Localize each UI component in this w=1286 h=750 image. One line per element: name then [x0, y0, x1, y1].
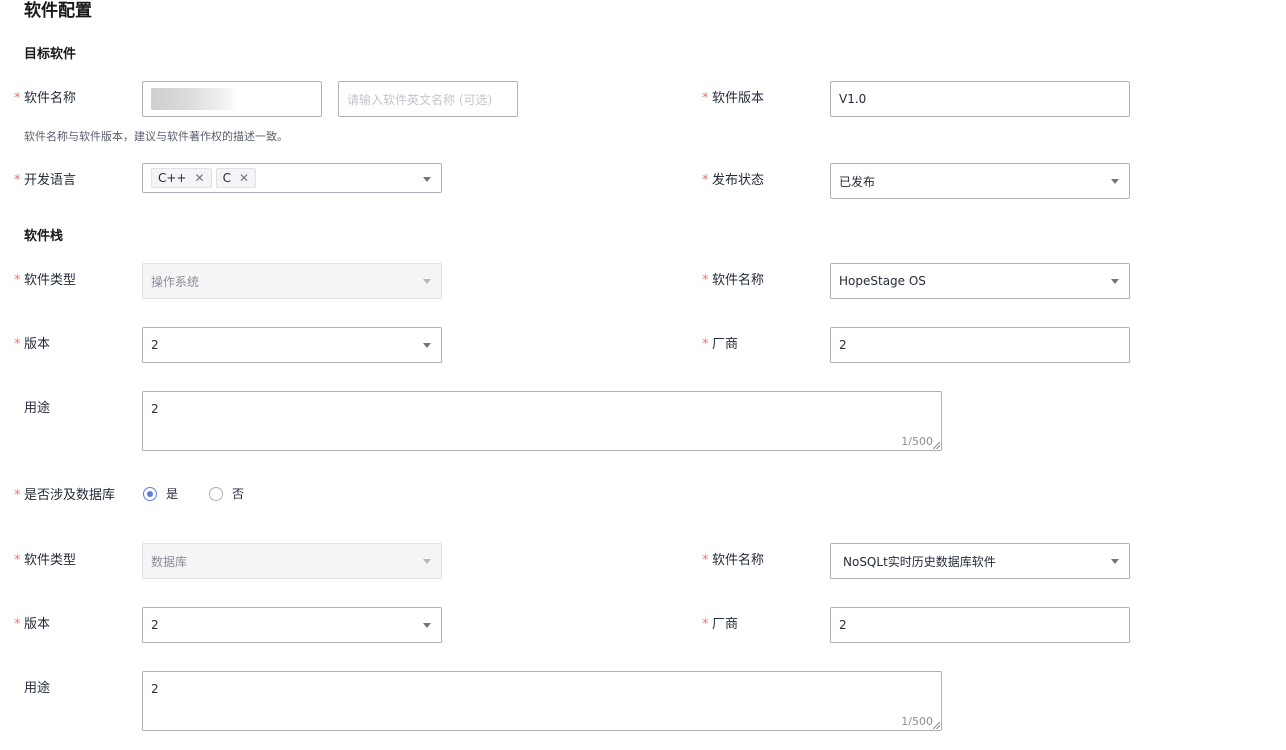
- software-english-name-input[interactable]: 请输入软件英文名称 (可选): [338, 81, 518, 117]
- os-name-label: 软件名称: [712, 273, 765, 288]
- os-version-value: 2: [151, 338, 159, 352]
- os-type-value: 操作系统: [151, 274, 200, 289]
- language-tag: C ✕: [215, 168, 257, 188]
- page-title: 软件配置: [24, 1, 92, 21]
- required-mark: *: [14, 273, 21, 288]
- db-usage-label: 用途: [24, 681, 51, 696]
- resize-handle-icon[interactable]: [933, 442, 940, 449]
- db-vendor-input[interactable]: 2: [830, 607, 1130, 643]
- os-type-label: 软件类型: [24, 273, 77, 288]
- section-title-software-stack: 软件栈: [24, 229, 64, 244]
- os-version-select[interactable]: 2: [142, 327, 442, 363]
- os-name-select[interactable]: HopeStage OS: [830, 263, 1130, 299]
- required-mark: *: [702, 617, 709, 632]
- required-mark: *: [702, 553, 709, 568]
- language-tag: C++ ✕: [151, 168, 212, 188]
- os-vendor-label: 厂商: [712, 337, 739, 352]
- os-usage-value: 2: [151, 402, 159, 416]
- language-tag-label: C: [222, 171, 231, 185]
- software-version-label: 软件版本: [712, 91, 765, 106]
- name-version-hint: 软件名称与软件版本，建议与软件著作权的描述一致。: [24, 130, 288, 143]
- redacted-value: [151, 88, 237, 110]
- required-mark: *: [14, 173, 21, 188]
- language-tag-label: C++: [158, 171, 187, 185]
- section-title-target-software: 目标软件: [24, 47, 77, 62]
- db-version-select[interactable]: 2: [142, 607, 442, 643]
- software-version-input[interactable]: V1.0: [830, 81, 1130, 117]
- close-icon[interactable]: ✕: [195, 172, 205, 184]
- database-no-label[interactable]: 否: [232, 485, 244, 503]
- software-name-label: 软件名称: [24, 91, 77, 106]
- required-mark: *: [702, 173, 709, 188]
- dev-language-multiselect[interactable]: C++ ✕ C ✕: [142, 163, 442, 193]
- software-version-value: V1.0: [839, 92, 867, 106]
- required-mark: *: [702, 273, 709, 288]
- close-icon[interactable]: ✕: [239, 172, 249, 184]
- dev-language-label: 开发语言: [24, 173, 77, 188]
- os-usage-counter: 1/500: [901, 435, 933, 448]
- chevron-down-icon[interactable]: [423, 177, 431, 182]
- chevron-down-icon[interactable]: [1111, 179, 1119, 184]
- db-type-select: 数据库: [142, 543, 442, 579]
- db-name-select[interactable]: NoSQLt实时历史数据库软件: [830, 543, 1130, 579]
- required-mark: *: [702, 91, 709, 106]
- database-no-radio[interactable]: [209, 487, 223, 501]
- db-name-label: 软件名称: [712, 553, 765, 568]
- required-mark: *: [14, 488, 21, 503]
- db-type-label: 软件类型: [24, 553, 77, 568]
- os-vendor-value: 2: [839, 338, 847, 352]
- database-yes-label[interactable]: 是: [166, 485, 178, 503]
- release-status-label: 发布状态: [712, 173, 765, 188]
- chevron-down-icon[interactable]: [423, 343, 431, 348]
- chevron-down-icon[interactable]: [423, 623, 431, 628]
- db-vendor-value: 2: [839, 618, 847, 632]
- os-usage-textarea[interactable]: 2 1/500: [142, 391, 942, 451]
- db-version-value: 2: [151, 618, 159, 632]
- os-type-select: 操作系统: [142, 263, 442, 299]
- release-status-select[interactable]: 已发布: [830, 163, 1130, 199]
- chevron-down-icon[interactable]: [1111, 279, 1119, 284]
- os-version-label: 版本: [24, 337, 51, 352]
- os-vendor-input[interactable]: 2: [830, 327, 1130, 363]
- os-name-value: HopeStage OS: [839, 274, 926, 288]
- db-type-value: 数据库: [151, 554, 188, 569]
- chevron-down-icon[interactable]: [1111, 559, 1119, 564]
- required-mark: *: [14, 617, 21, 632]
- db-vendor-label: 厂商: [712, 617, 739, 632]
- db-version-label: 版本: [24, 617, 51, 632]
- db-usage-counter: 1/500: [901, 715, 933, 728]
- chevron-down-icon: [423, 279, 431, 284]
- release-status-value: 已发布: [839, 174, 876, 189]
- chevron-down-icon: [423, 559, 431, 564]
- software-english-name-placeholder: 请输入软件英文名称 (可选): [347, 92, 493, 107]
- db-name-value: NoSQLt实时历史数据库软件: [843, 554, 996, 569]
- database-yes-radio[interactable]: [143, 487, 157, 501]
- involves-database-label: 是否涉及数据库: [24, 488, 116, 503]
- os-usage-label: 用途: [24, 401, 51, 416]
- db-usage-textarea[interactable]: 2 1/500: [142, 671, 942, 731]
- software-name-input[interactable]: [142, 81, 322, 117]
- required-mark: *: [14, 553, 21, 568]
- db-usage-value: 2: [151, 682, 159, 696]
- required-mark: *: [702, 337, 709, 352]
- required-mark: *: [14, 91, 21, 106]
- resize-handle-icon[interactable]: [933, 722, 940, 729]
- required-mark: *: [14, 337, 21, 352]
